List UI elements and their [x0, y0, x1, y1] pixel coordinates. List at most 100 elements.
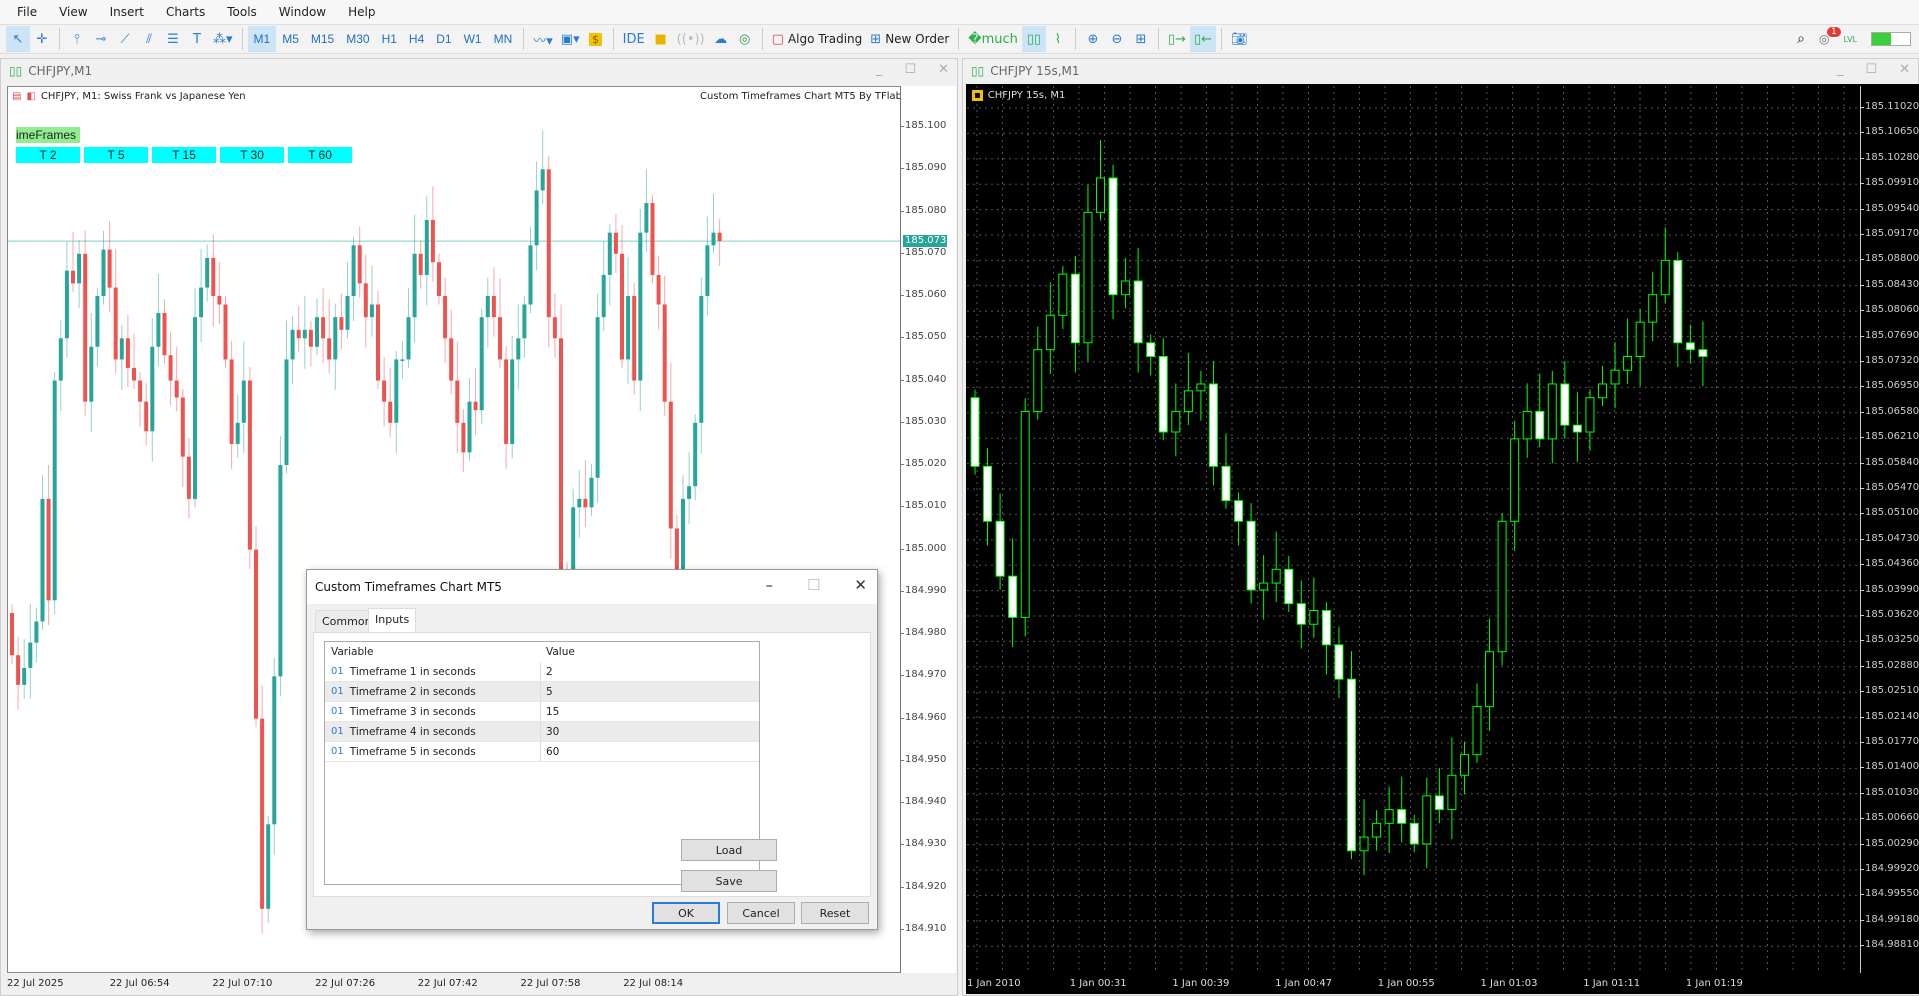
cancel-button[interactable]: Cancel: [727, 902, 795, 924]
close-button[interactable]: ✕: [1899, 62, 1910, 77]
left-time-axis[interactable]: 22 Jul 2025 22 Jul 06:54 22 Jul 07:10 22 Ju…: [7, 974, 900, 992]
minimize-button[interactable]: –: [765, 576, 773, 594]
channel-icon[interactable]: ⫽: [137, 26, 161, 52]
bear-candle: [1397, 809, 1407, 824]
screenshot-icon[interactable]: 📷︎: [1227, 26, 1252, 52]
zoom-in-icon[interactable]: ⊕: [1081, 26, 1105, 52]
trend-line-icon[interactable]: ⟋: [113, 26, 137, 52]
tf-button-t30[interactable]: T 30: [220, 147, 284, 163]
value-cell[interactable]: 2: [541, 666, 553, 678]
bull-candle: [1020, 410, 1030, 618]
cursor-icon[interactable]: ↖: [6, 26, 30, 52]
tile-windows-icon[interactable]: ⊞: [1129, 26, 1153, 52]
input-row[interactable]: 01 Timeframe 3 in seconds 15: [325, 702, 759, 722]
load-button[interactable]: Load: [681, 839, 777, 861]
time-tick-label: 1 Jan 01:19: [1685, 978, 1743, 989]
indicators-dropdown-icon[interactable]: ▣▾: [557, 26, 584, 52]
timeframe-h4[interactable]: H4: [403, 26, 430, 52]
right-price-axis[interactable]: 185.11020 185.10650 185.10280 185.09910 185.…: [1859, 86, 1919, 973]
chart-shift-icon[interactable]: ▯←: [1189, 26, 1216, 52]
value-cell[interactable]: 60: [541, 746, 559, 758]
maximize-button[interactable]: ☐: [807, 576, 820, 594]
minimize-button[interactable]: _: [1837, 62, 1844, 77]
text-icon[interactable]: T: [185, 26, 209, 52]
menu-item-file[interactable]: File: [6, 5, 48, 19]
bear-candle: [260, 718, 265, 909]
timeframe-m1[interactable]: M1: [247, 26, 277, 52]
time-tick-label: 1 Jan 01:11: [1583, 978, 1641, 989]
market-bag-icon[interactable]: ■: [649, 26, 673, 52]
value-cell[interactable]: 30: [541, 726, 559, 738]
bull-candle: [369, 304, 374, 318]
timeframe-mn[interactable]: MN: [488, 26, 519, 52]
shapes-dropdown-icon[interactable]: ⁂▾: [209, 26, 237, 52]
minimize-button[interactable]: _: [876, 62, 883, 77]
input-row[interactable]: 01 Timeframe 5 in seconds 60: [325, 742, 759, 762]
crosshair-icon[interactable]: ✛: [30, 26, 54, 52]
price-tick-label: 184.990: [899, 584, 947, 596]
tf-button-t15[interactable]: T 15: [152, 147, 216, 163]
maximize-button[interactable]: ☐: [1865, 62, 1877, 77]
zoom-out-icon[interactable]: ⊖: [1105, 26, 1129, 52]
timeframe-d1[interactable]: D1: [430, 26, 457, 52]
menu-item-insert[interactable]: Insert: [99, 5, 155, 19]
autoscroll-icon[interactable]: ▯→: [1164, 26, 1190, 52]
value-cell[interactable]: 5: [541, 686, 553, 698]
notifications-button[interactable]: ◎ 1: [1819, 27, 1841, 46]
right-time-axis[interactable]: 1 Jan 2010 1 Jan 00:31 1 Jan 00:39 1 Jan 00…: [967, 974, 1860, 992]
dollar-icon[interactable]: $: [584, 26, 608, 52]
bull-candle: [412, 253, 417, 318]
value-cell[interactable]: 15: [541, 706, 559, 718]
tf-button-t5[interactable]: T 5: [84, 147, 148, 163]
price-tick-label: 185.06210: [1859, 431, 1919, 443]
menu-item-charts[interactable]: Charts: [155, 5, 216, 19]
maximize-button[interactable]: ☐: [904, 62, 916, 77]
new-order-button[interactable]: ⊞ New Order: [866, 26, 953, 52]
tf-button-t2[interactable]: T 2: [16, 147, 80, 163]
timeframe-w1[interactable]: W1: [458, 26, 488, 52]
tf-button-t60[interactable]: T 60: [288, 147, 352, 163]
menu-item-help[interactable]: Help: [337, 5, 386, 19]
timeframe-m5[interactable]: M5: [276, 26, 305, 52]
menu-item-window[interactable]: Window: [268, 5, 337, 19]
vps-icon[interactable]: ◎: [733, 26, 757, 52]
price-tick-label: 185.00290: [1859, 837, 1919, 849]
bear-candle: [632, 296, 637, 381]
algo-trading-button[interactable]: ▢ Algo Trading: [768, 26, 867, 52]
search-icon[interactable]: ⌕: [1797, 31, 1805, 47]
horizontal-line-icon[interactable]: ⊸: [89, 26, 113, 52]
close-button[interactable]: ✕: [854, 576, 867, 594]
signals-icon[interactable]: ((•)): [673, 26, 709, 52]
vertical-line-icon[interactable]: ⫯: [65, 26, 89, 52]
fibonacci-icon[interactable]: ☰: [161, 26, 185, 52]
bear-candle: [1234, 500, 1244, 522]
bear-candle: [437, 262, 441, 297]
tab-inputs[interactable]: Inputs: [368, 608, 417, 633]
input-row[interactable]: 01 Timeframe 4 in seconds 30: [325, 722, 759, 742]
column-header-value: Value: [546, 646, 575, 658]
close-button[interactable]: ✕: [938, 62, 949, 77]
bear-candle: [83, 253, 88, 402]
menu-item-view[interactable]: View: [48, 5, 98, 19]
ok-button[interactable]: OK: [652, 902, 720, 924]
bar-chart-icon[interactable]: �much: [964, 26, 1022, 52]
bull-candle: [1547, 383, 1557, 440]
reset-button[interactable]: Reset: [801, 902, 869, 924]
timeframe-m30[interactable]: M30: [340, 26, 375, 52]
ide-button[interactable]: IDE: [619, 26, 649, 52]
chart-type-dropdown-icon[interactable]: 〰▾: [529, 26, 557, 52]
bear-candle: [382, 380, 387, 402]
cloud-icon[interactable]: ☁: [709, 26, 733, 52]
menu-item-tools[interactable]: Tools: [216, 5, 268, 19]
variable-cell: 01 Timeframe 1 in seconds: [325, 662, 541, 681]
timeframe-h1[interactable]: H1: [376, 26, 403, 52]
line-chart-icon[interactable]: ⌇: [1046, 26, 1070, 52]
bull-candle: [28, 642, 33, 668]
bull-candle: [522, 304, 527, 339]
save-button[interactable]: Save: [681, 870, 777, 892]
candlestick-chart-icon[interactable]: ▯▯: [1021, 26, 1046, 52]
input-row[interactable]: 01 Timeframe 1 in seconds 2: [325, 662, 759, 682]
left-price-axis[interactable]: 185.100 185.090 185.080 185.070 185.060 185.0…: [899, 86, 956, 973]
input-row[interactable]: 01 Timeframe 2 in seconds 5: [325, 682, 759, 702]
timeframe-m15[interactable]: M15: [305, 26, 340, 52]
